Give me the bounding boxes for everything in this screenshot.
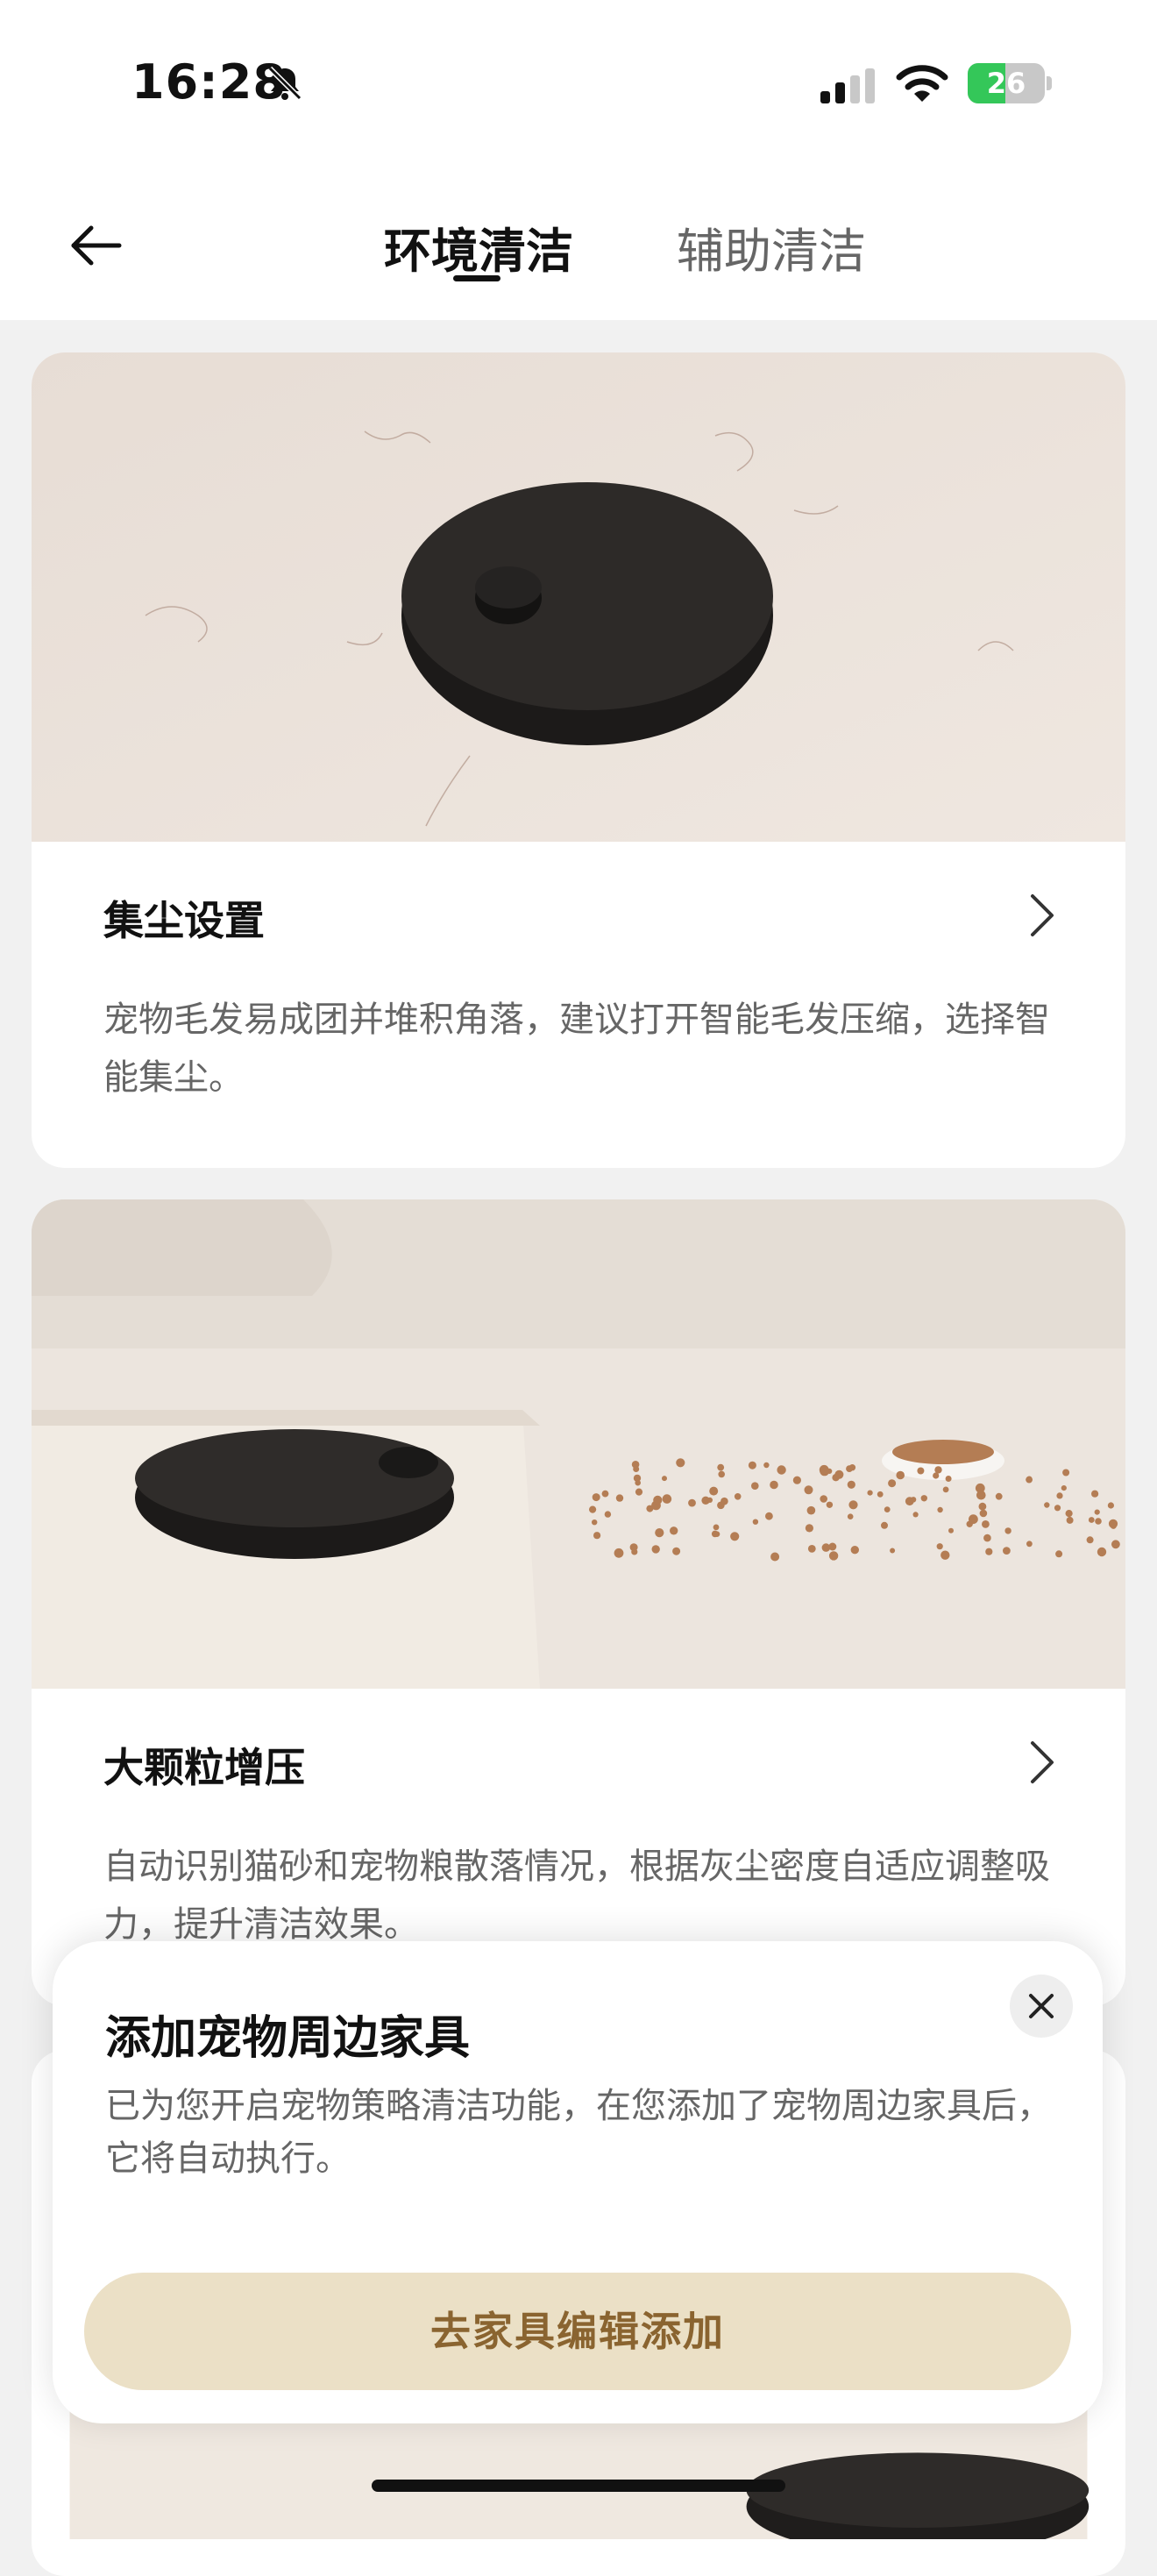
large-particle-boost-card[interactable]: 大颗粒增压 自动识别猫砂和宠物粮散落情况，根据灰尘密度自适应调整吸力，提升清洁效… (32, 1199, 1125, 2006)
arrow-left-icon[interactable] (61, 210, 131, 281)
cellular-signal-icon (820, 68, 875, 103)
battery-level: 26 (986, 67, 1026, 100)
status-time: 16:28 (131, 54, 287, 110)
chevron-right-icon[interactable] (1020, 1736, 1064, 1789)
robot-vacuum-with-scattered-pet-food-photo (32, 1199, 1125, 1689)
card-title: 集尘设置 (103, 897, 265, 944)
wifi-icon (896, 65, 948, 102)
sheet-title: 添加宠物周边家具 (105, 2012, 471, 2065)
battery-charging-icon: 26 (968, 63, 1052, 103)
tab-assisted-cleaning[interactable]: 辅助清洁 (677, 212, 866, 281)
card-title: 大颗粒增压 (103, 1744, 305, 1791)
card-description: 宠物毛发易成团并堆积角落，建议打开智能毛发压缩，选择智能集尘。 (103, 1000, 1050, 1098)
sheet-message: 已为您开启宠物策略清洁功能，在您添加了宠物周边家具后，它将自动执行。 (105, 2086, 1052, 2179)
close-icon (1029, 1994, 1054, 2018)
go-to-furniture-editor-button[interactable]: 去家具编辑添加 (84, 2273, 1071, 2390)
add-pet-furniture-sheet: 添加宠物周边家具 已为您开启宠物策略清洁功能，在您添加了宠物周边家具后，它将自动… (53, 1941, 1103, 2423)
tab-environment-cleaning[interactable]: 环境清洁 (384, 212, 573, 281)
robot-vacuum-with-pet-hair-photo (32, 352, 1125, 842)
home-indicator[interactable] (372, 2480, 785, 2492)
card-description: 自动识别猫砂和宠物粮散落情况，根据灰尘密度自适应调整吸力，提升清洁效果。 (103, 1847, 1050, 1945)
bell-slash-icon (267, 66, 302, 101)
close-button[interactable] (1010, 1975, 1073, 2038)
status-bar: 16:28 26 (0, 0, 1157, 167)
nav-bar: 环境清洁 辅助清洁 (0, 167, 1157, 320)
chevron-right-icon[interactable] (1020, 889, 1064, 942)
active-tab-indicator (453, 275, 500, 281)
dust-collection-card[interactable]: 集尘设置 宠物毛发易成团并堆积角落，建议打开智能毛发压缩，选择智能集尘。 (32, 352, 1125, 1168)
